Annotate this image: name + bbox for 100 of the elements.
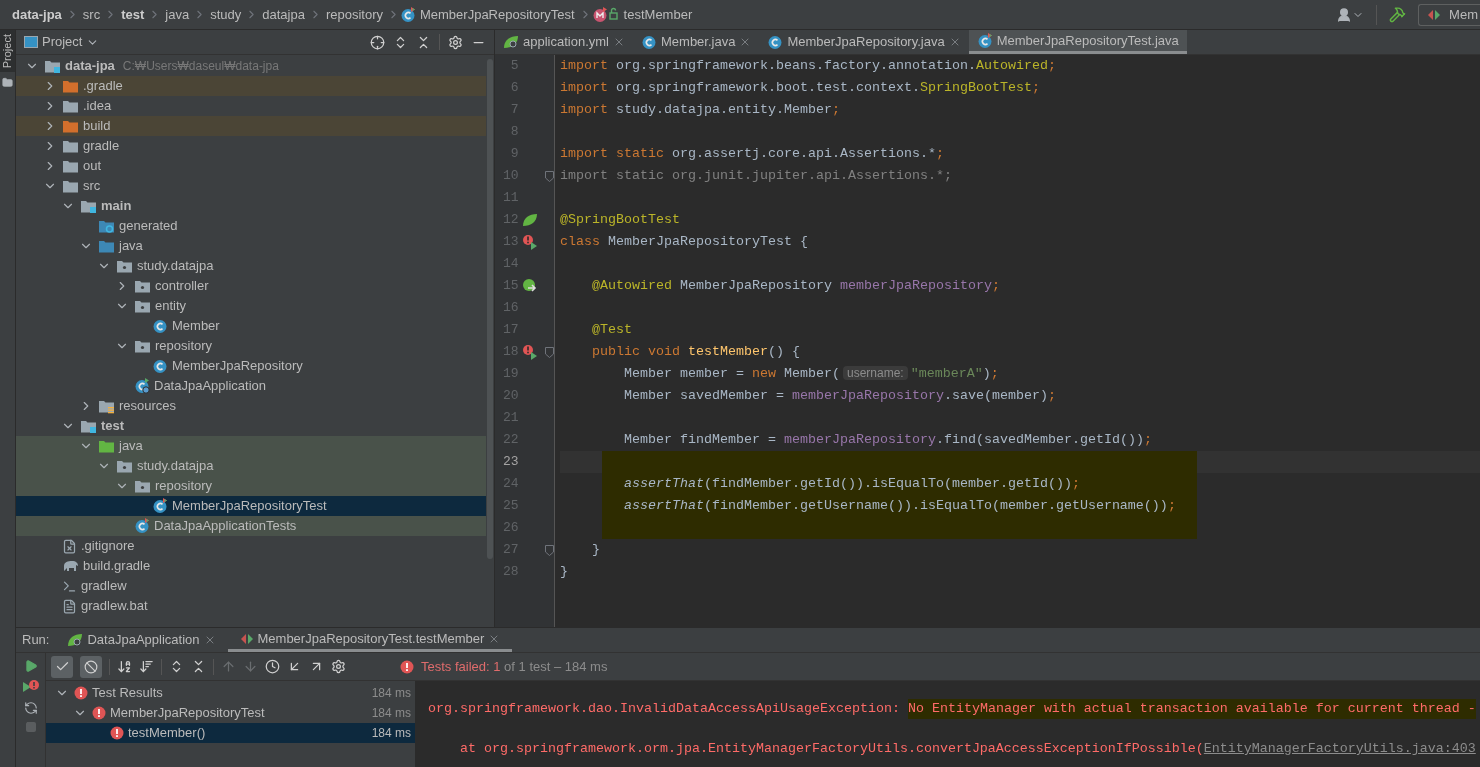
run-icon[interactable] <box>23 659 38 673</box>
user-icon[interactable] <box>1336 6 1353 23</box>
tree-item[interactable]: repository <box>16 476 486 496</box>
breadcrumb-item[interactable]: study <box>206 4 246 25</box>
tree-item[interactable]: out <box>16 156 486 176</box>
tree-item[interactable]: java <box>16 436 486 456</box>
folder-icon <box>62 118 79 134</box>
tree-label: Member <box>172 317 220 336</box>
error-icon <box>110 726 124 740</box>
breadcrumb-item[interactable]: java <box>161 4 194 25</box>
settings-icon[interactable] <box>331 659 346 674</box>
close-icon[interactable] <box>613 36 625 48</box>
folder-icon <box>62 98 79 114</box>
locate-icon[interactable] <box>370 34 385 50</box>
tree-label: gradlew <box>81 577 127 596</box>
code-line: assertThat(findMember.getId()).isEqualTo(member.getId()); <box>623 475 1080 493</box>
code-line: @Autowired MemberJpaRepository memberJpaRepository; <box>591 277 1000 295</box>
tree-item[interactable]: DataJpaApplicationTests <box>16 516 486 536</box>
tree-item[interactable]: generated <box>16 216 486 236</box>
code-line: assertThat(findMember.getUsername()).isEqualTo(member.getUsername()); <box>623 497 1176 515</box>
tree-item[interactable]: gradle <box>16 136 486 156</box>
tree-item[interactable]: build.gradle <box>16 556 486 576</box>
test-duration: 184 ms <box>371 685 411 702</box>
tree-item[interactable]: MemberJpaRepository <box>16 356 486 376</box>
run-failed-icon[interactable] <box>522 344 539 360</box>
tree-item[interactable]: entity <box>16 296 486 316</box>
tree-item[interactable]: gradlew.bat <box>16 596 486 616</box>
project-side-tab[interactable]: Project <box>0 30 15 72</box>
tree-item[interactable]: java <box>16 236 486 256</box>
leaf-icon <box>67 633 84 647</box>
toggle-auto-test-icon[interactable] <box>23 701 38 715</box>
tree-item[interactable]: study.datajpa <box>16 456 486 476</box>
tree-item[interactable]: repository <box>16 336 486 356</box>
editor-tab[interactable]: MemberJpaRepositoryTest.java <box>968 30 1187 54</box>
tree-item[interactable]: .gitignore <box>16 536 486 556</box>
tree-item[interactable]: gradlew <box>16 576 486 596</box>
test-result-item[interactable]: testMember() 184 ms <box>46 723 415 743</box>
tree-item[interactable]: DataJpaApplication <box>16 376 486 396</box>
tree-item[interactable]: MemberJpaRepositoryTest <box>16 496 486 516</box>
test-result-item[interactable]: MemberJpaRepositoryTest 184 ms <box>46 703 415 723</box>
bean-link-icon[interactable] <box>522 278 539 294</box>
tree-item[interactable]: test <box>16 416 486 436</box>
breadcrumb-item[interactable]: src <box>78 4 105 25</box>
breadcrumb-item[interactable]: repository <box>321 4 387 25</box>
tree-item[interactable]: build <box>16 116 486 136</box>
tree-label: DataJpaApplicationTests <box>154 517 297 536</box>
tree-label: DataJpaApplication <box>154 377 267 396</box>
text-file-icon <box>62 598 77 614</box>
breadcrumb-item[interactable]: data-jpa <box>8 4 66 25</box>
settings-icon[interactable] <box>448 34 463 50</box>
run-tab[interactable]: DataJpaApplication <box>55 628 228 652</box>
scrollbar-thumb[interactable] <box>487 59 493 559</box>
folder-icon <box>62 158 79 174</box>
code-line: import org.springframework.beans.factory.annotation.Autowired; <box>560 57 1056 75</box>
leaf-icon <box>503 35 519 49</box>
editor-tab[interactable]: Member.java <box>633 30 760 54</box>
test-name: testMember() <box>128 724 207 743</box>
run-configuration-selector[interactable]: Mem <box>1418 3 1480 26</box>
folder-icon[interactable] <box>2 76 13 88</box>
tree-item[interactable]: resources <box>16 396 486 416</box>
project-view-selector[interactable]: Project <box>24 32 100 52</box>
code-line: import org.springframework.boot.test.context.SpringBootTest; <box>560 79 1040 97</box>
tree-item[interactable]: study.datajpa <box>16 256 486 276</box>
test-status-summary: Tests failed: 1 of 1 test – 184 ms <box>421 657 608 676</box>
editor-tab[interactable]: MemberJpaRepository.java <box>759 30 969 54</box>
sort-by-duration-icon[interactable] <box>139 659 154 674</box>
leaf-icon[interactable] <box>522 213 539 227</box>
code-line: class MemberJpaRepositoryTest { <box>560 233 808 251</box>
show-ignored-toggle[interactable] <box>80 655 102 678</box>
history-icon[interactable] <box>265 659 280 674</box>
breadcrumb-item[interactable]: datajpa <box>258 4 309 25</box>
tree-item[interactable]: .gradle <box>16 76 486 96</box>
tree-item[interactable]: src <box>16 176 486 196</box>
tree-label: out <box>83 157 102 176</box>
sort-alphabetically-icon[interactable] <box>117 659 132 674</box>
tree-item[interactable]: .idea <box>16 96 486 116</box>
tree-item[interactable]: data-jpa C:₩Users₩daseul₩data-jpa <box>16 56 486 76</box>
tree-label: resources <box>119 397 177 416</box>
breadcrumb-item[interactable]: test <box>117 4 149 25</box>
fold-marker-icon[interactable] <box>545 544 554 556</box>
tree-label: gradlew.bat <box>81 597 148 616</box>
console-text: org.springframework.dao.InvalidDataAccessApiUsageException: <box>428 700 901 718</box>
test-class-icon <box>976 32 993 49</box>
fold-marker-icon[interactable] <box>545 346 554 358</box>
breadcrumb-item[interactable]: testMember <box>619 4 697 25</box>
test-result-item[interactable]: Test Results 184 ms <box>46 683 415 703</box>
tree-item[interactable]: Member <box>16 316 486 336</box>
show-passed-toggle[interactable] <box>51 655 73 678</box>
package-icon <box>134 298 151 314</box>
fold-marker-icon[interactable] <box>545 170 554 182</box>
run-failed-icon[interactable] <box>522 234 539 250</box>
package-icon <box>116 258 133 274</box>
editor-tab[interactable]: application.yml <box>495 30 633 54</box>
breadcrumb-item[interactable]: MemberJpaRepositoryTest <box>416 4 579 25</box>
source-link[interactable]: EntityManagerFactoryUtils.java:403 <box>1203 739 1476 759</box>
tree-item[interactable]: main <box>16 196 486 216</box>
rerun-failed-icon[interactable] <box>21 679 40 695</box>
hammer-icon[interactable] <box>1389 6 1407 23</box>
tree-label: src <box>83 177 101 196</box>
tree-item[interactable]: controller <box>16 276 486 296</box>
